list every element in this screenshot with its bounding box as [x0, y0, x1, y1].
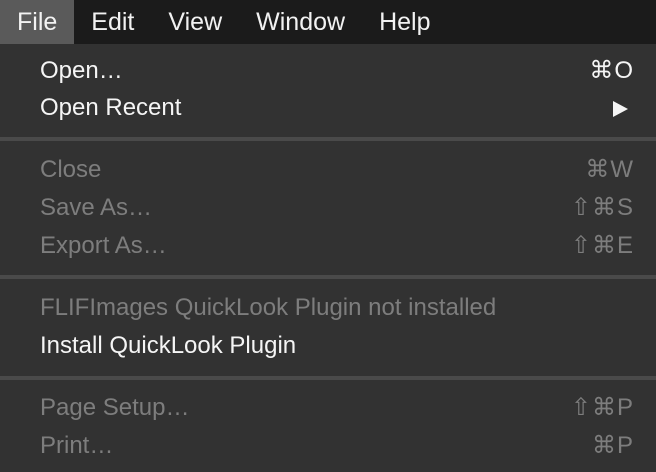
menubar-help[interactable]: Help [362, 0, 447, 44]
menu-item-open-label: Open… [40, 57, 123, 84]
menubar-file[interactable]: File [0, 0, 75, 44]
menu-item-close-label: Close [40, 156, 102, 183]
menu-item-print: Print… ⌘P [0, 427, 656, 465]
file-menu: Open… ⌘O Open Recent Close ⌘W Save As… ⇧… [0, 44, 656, 472]
menu-item-install-plugin-label: Install QuickLook Plugin [40, 332, 297, 359]
menu-item-open-recent[interactable]: Open Recent [0, 89, 656, 127]
menu-item-print-label: Print… [40, 432, 114, 459]
menu-item-save-as: Save As… ⇧⌘S [0, 189, 656, 227]
menu-separator [0, 376, 656, 380]
menubar-window[interactable]: Window [239, 0, 362, 44]
menubar-edit[interactable]: Edit [74, 0, 151, 44]
menu-item-open[interactable]: Open… ⌘O [0, 52, 656, 90]
menu-item-page-setup-shortcut: ⇧⌘P [570, 394, 634, 421]
menu-item-close: Close ⌘W [0, 151, 656, 189]
menu-item-page-setup: Page Setup… ⇧⌘P [0, 389, 656, 427]
menu-item-save-as-label: Save As… [40, 194, 153, 221]
menubar-view[interactable]: View [151, 0, 239, 44]
menu-item-close-shortcut: ⌘W [585, 156, 634, 183]
menu-item-open-shortcut: ⌘O [589, 57, 634, 84]
menu-item-export-as-shortcut: ⇧⌘E [570, 232, 634, 259]
menu-separator [0, 137, 656, 141]
menu-item-print-shortcut: ⌘P [591, 432, 634, 459]
menu-item-save-as-shortcut: ⇧⌘S [570, 194, 634, 221]
menu-item-install-plugin[interactable]: Install QuickLook Plugin [0, 327, 656, 365]
submenu-arrow-icon [613, 101, 628, 117]
menu-item-export-as-label: Export As… [40, 232, 167, 259]
menu-separator [0, 275, 656, 279]
menu-item-page-setup-label: Page Setup… [40, 394, 190, 421]
menu-item-export-as: Export As… ⇧⌘E [0, 227, 656, 265]
menu-item-open-recent-label: Open Recent [40, 94, 182, 121]
menubar: File Edit View Window Help [0, 0, 656, 44]
menu-item-plugin-status-label: FLIFImages QuickLook Plugin not installe… [40, 294, 497, 321]
menu-item-plugin-status: FLIFImages QuickLook Plugin not installe… [0, 289, 656, 327]
